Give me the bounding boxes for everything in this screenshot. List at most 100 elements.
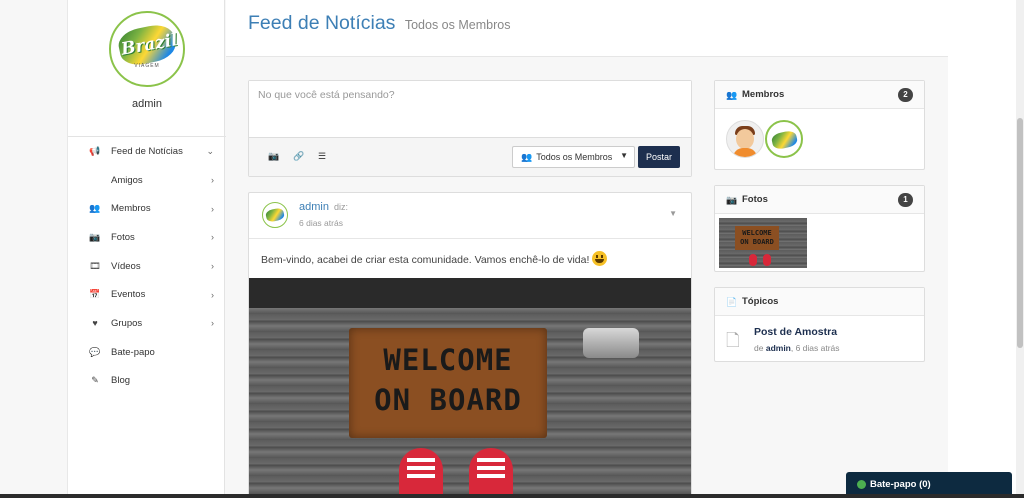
online-status-icon — [857, 480, 866, 489]
camera-icon[interactable]: 📷 — [268, 151, 279, 162]
doormat: WELCOME ON BOARD — [349, 328, 547, 438]
count-badge: 1 — [898, 193, 913, 207]
avatar-logo — [264, 207, 286, 223]
post-text: Bem-vindo, acabei de criar esta comunida… — [261, 251, 608, 266]
count-badge: 2 — [898, 88, 913, 102]
post-composer: 📷 🔗 ☰ 👥 Todos os Membros ▼ Postar — [248, 80, 692, 177]
scrollbar-thumb[interactable] — [1017, 118, 1023, 348]
list-icon[interactable]: ☰ — [318, 151, 326, 162]
caret-down-icon[interactable]: ▼ — [669, 209, 677, 218]
post-header: admin diz: 6 dias atrás ▼ — [249, 193, 691, 239]
author-link[interactable]: admin — [299, 201, 329, 213]
avatar-logo — [770, 129, 799, 151]
profile-avatar[interactable]: Brazil VIAGEM — [109, 11, 185, 87]
document-icon: 🗋 — [726, 331, 740, 350]
member-avatar[interactable] — [726, 120, 764, 158]
post-author: admin diz: — [299, 201, 348, 213]
sidebar-item-friends[interactable]: Amigos › — [68, 166, 226, 195]
sidebar-item-blog[interactable]: ✎ Blog — [68, 367, 226, 396]
doormat-text: WELCOME ON BOARD — [349, 340, 547, 420]
chevron-right-icon[interactable]: › — [211, 261, 214, 271]
page-subtitle: Todos os Membros — [404, 18, 511, 32]
thumb-doormat-line-1: WELCOME — [742, 229, 772, 237]
film-icon: 🎞 — [89, 260, 101, 271]
thumb-doormat: WELCOME ON BOARD — [735, 226, 779, 250]
sidebar-nav: 📢 Feed de Notícias ⌄ Amigos › 👥 Membros … — [68, 136, 226, 395]
chevron-right-icon[interactable]: › — [211, 175, 214, 185]
topic-author[interactable]: admin — [766, 343, 791, 353]
sidebar-item-members[interactable]: 👥 Membros › — [68, 194, 226, 223]
photo-shadow — [249, 278, 691, 308]
sidebar-item-videos[interactable]: 🎞 Vídeos › — [68, 252, 226, 281]
chevron-right-icon[interactable]: › — [211, 232, 214, 242]
topic-meta: de admin, 6 dias atrás — [754, 343, 840, 353]
avatar-shirt — [733, 148, 757, 157]
thumb-shoe — [763, 254, 771, 266]
widget-title[interactable]: Fotos — [742, 194, 768, 205]
privacy-label: Todos os Membros — [536, 152, 613, 162]
bottom-edge — [0, 494, 1024, 498]
widget-header: 📄 Tópicos — [715, 288, 924, 316]
sidebar-item-photos[interactable]: 📷 Fotos › — [68, 223, 226, 252]
doormat-line-2: ON BOARD — [374, 383, 522, 417]
username[interactable]: admin — [68, 98, 226, 110]
topic-by: de — [754, 343, 764, 353]
users-icon: 👥 — [726, 90, 738, 100]
chat-label: Bate-papo (0) — [870, 479, 931, 490]
chevron-down-icon[interactable]: ⌄ — [206, 146, 214, 157]
sidebar-item-chat[interactable]: 💬 Bate-papo — [68, 338, 226, 367]
chat-icon: 💬 — [89, 346, 101, 357]
topics-widget: 📄 Tópicos 🗋 Post de Amostra de admin, 6 … — [714, 287, 925, 362]
post-text-content: Bem-vindo, acabei de criar esta comunida… — [261, 254, 590, 266]
smile-emoji-icon — [592, 251, 608, 266]
chevron-right-icon[interactable]: › — [211, 290, 214, 300]
avatar[interactable] — [262, 202, 288, 228]
thumb-doormat-line-2: ON BOARD — [740, 238, 774, 246]
topic-title[interactable]: Post de Amostra — [754, 326, 837, 338]
chevron-right-icon[interactable]: › — [211, 318, 214, 328]
logo-subtext: VIAGEM — [134, 63, 160, 69]
right-shoe — [469, 448, 513, 498]
page-title: Feed de Notícias Todos os Membros — [248, 12, 510, 35]
sidebar-item-label: Membros — [111, 203, 151, 215]
status-input[interactable] — [249, 81, 691, 138]
sidebar-item-label: Fotos — [111, 231, 135, 243]
privacy-select[interactable]: 👥 Todos os Membros ▼ — [512, 146, 635, 168]
doormat-line-1: WELCOME — [383, 343, 513, 377]
photos-widget: 📷 Fotos 1 WELCOME ON BOARD — [714, 185, 925, 272]
sidebar-item-events[interactable]: 📅 Eventos › — [68, 280, 226, 309]
link-icon[interactable]: 🔗 — [293, 151, 304, 162]
member-avatar[interactable] — [765, 120, 803, 158]
post-image[interactable]: WELCOME ON BOARD — [249, 278, 691, 498]
topic-time: , 6 dias atrás — [790, 343, 840, 353]
post-button[interactable]: Postar — [638, 146, 680, 168]
sidebar-item-feed[interactable]: 📢 Feed de Notícias ⌄ — [68, 137, 226, 166]
users-icon: 👥 — [89, 203, 101, 214]
left-shoe — [399, 448, 443, 498]
sidebar-item-label: Blog — [111, 375, 131, 387]
sidebar-item-label: Feed de Notícias — [111, 145, 183, 157]
right-margin — [948, 0, 1016, 498]
widget-title[interactable]: Membros — [742, 89, 784, 100]
photo-thumbnail[interactable]: WELCOME ON BOARD — [719, 218, 807, 268]
boat-cleat — [583, 328, 639, 358]
sidebar-item-label: Amigos — [111, 174, 143, 186]
page-title-text: Feed de Notícias — [248, 12, 396, 34]
megaphone-icon: 📢 — [89, 145, 101, 156]
document-icon: 📄 — [726, 297, 738, 307]
widget-title: Tópicos — [742, 296, 779, 307]
sidebar-item-label: Eventos — [111, 289, 146, 301]
post-time[interactable]: 6 dias atrás — [299, 218, 343, 228]
camera-icon: 📷 — [89, 231, 101, 242]
chevron-right-icon[interactable]: › — [211, 204, 214, 214]
thumb-shoe — [749, 254, 757, 266]
post-says: diz: — [334, 202, 349, 212]
avatar-face — [736, 129, 754, 149]
page-header: Feed de Notícias Todos os Membros — [226, 0, 948, 57]
composer-toolbar: 📷 🔗 ☰ 👥 Todos os Membros ▼ Postar — [249, 138, 691, 176]
sidebar: Brazil VIAGEM admin 📢 Feed de Notícias ⌄… — [67, 0, 226, 498]
sidebar-item-label: Grupos — [111, 317, 143, 329]
calendar-icon: 📅 — [89, 289, 101, 300]
caret-down-icon: ▼ — [620, 151, 628, 160]
sidebar-item-groups[interactable]: ♥ Grupos › — [68, 309, 226, 338]
